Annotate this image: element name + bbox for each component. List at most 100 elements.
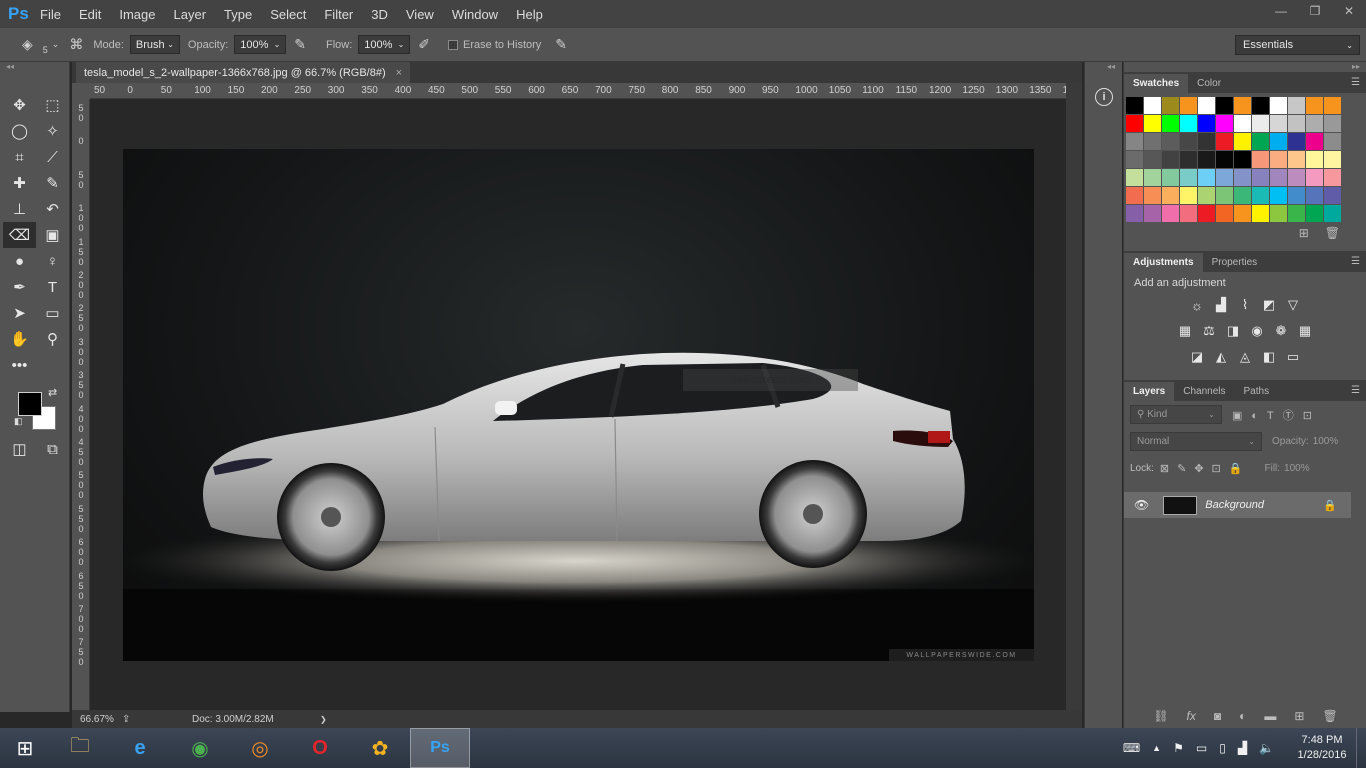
document-tab[interactable]: tesla_model_s_2-wallpaper-1366x768.jpg @… <box>76 62 411 83</box>
swatch[interactable] <box>1234 205 1251 222</box>
color-balance-icon[interactable]: ⚖ <box>1197 323 1221 339</box>
brush-panel-icon[interactable]: ⌘ <box>69 36 83 53</box>
quick-mask-icon[interactable]: ◫ <box>3 436 36 462</box>
layer-name[interactable]: Background <box>1205 499 1323 511</box>
swatch[interactable] <box>1252 97 1269 114</box>
swatch[interactable] <box>1162 97 1179 114</box>
swatch[interactable] <box>1234 115 1251 132</box>
collapse-arrows-icon[interactable]: ◂◂ <box>1085 62 1122 74</box>
swatch[interactable] <box>1144 115 1161 132</box>
new-swatch-icon[interactable]: ⊞ <box>1299 226 1309 240</box>
swatch[interactable] <box>1126 169 1143 186</box>
black-white-icon[interactable]: ◨ <box>1221 323 1245 339</box>
swatch[interactable] <box>1288 97 1305 114</box>
swatch[interactable] <box>1216 169 1233 186</box>
swatch[interactable] <box>1270 151 1287 168</box>
status-menu-icon[interactable]: ❯ <box>320 715 327 724</box>
default-colors-icon[interactable]: ◧ <box>14 416 23 427</box>
menu-help[interactable]: Help <box>516 7 543 22</box>
tab-color[interactable]: Color <box>1188 74 1230 93</box>
selective-color-icon[interactable]: ◧ <box>1257 349 1281 365</box>
swatch[interactable] <box>1216 205 1233 222</box>
more-tools-icon[interactable]: ••• <box>3 352 36 378</box>
adjustment-layer-icon[interactable]: ◐ <box>1239 709 1246 723</box>
move-tool-icon[interactable]: ✥ <box>3 92 36 118</box>
swatch[interactable] <box>1162 205 1179 222</box>
menu-select[interactable]: Select <box>270 7 306 22</box>
swatch[interactable] <box>1162 133 1179 150</box>
levels-icon[interactable]: ▟ <box>1209 297 1233 313</box>
tab-swatches[interactable]: Swatches <box>1124 74 1189 93</box>
posterize-icon[interactable]: ◭ <box>1209 349 1233 365</box>
swatch[interactable] <box>1288 205 1305 222</box>
swatch[interactable] <box>1306 205 1323 222</box>
airbrush-icon[interactable]: ✐ <box>418 36 430 53</box>
swatch[interactable] <box>1270 115 1287 132</box>
swatch[interactable] <box>1324 205 1341 222</box>
brush-tool-icon[interactable]: ✎ <box>36 170 69 196</box>
swatch[interactable] <box>1270 169 1287 186</box>
swatch[interactable] <box>1126 205 1143 222</box>
swatch[interactable] <box>1216 115 1233 132</box>
lasso-tool-icon[interactable]: ◯ <box>3 118 36 144</box>
tab-paths[interactable]: Paths <box>1235 382 1279 401</box>
swatch[interactable] <box>1324 151 1341 168</box>
eraser-preset-icon[interactable]: ◈ <box>22 36 33 53</box>
history-brush-tool-icon[interactable]: ↶ <box>36 196 69 222</box>
blend-mode-select[interactable]: Normal ⌄ <box>1130 432 1262 451</box>
menu-type[interactable]: Type <box>224 7 252 22</box>
menu-window[interactable]: Window <box>452 7 498 22</box>
swatch[interactable] <box>1144 133 1161 150</box>
panel-expand-icon[interactable]: ▸▸ <box>1124 62 1366 72</box>
swatch[interactable] <box>1198 115 1215 132</box>
swatch[interactable] <box>1198 133 1215 150</box>
flag-icon[interactable]: ⚑ <box>1173 741 1184 755</box>
path-select-tool-icon[interactable]: ➤ <box>3 300 36 326</box>
opera-icon[interactable]: O <box>290 728 350 768</box>
gradient-map-icon[interactable]: ▭ <box>1281 349 1305 365</box>
menu-layer[interactable]: Layer <box>174 7 207 22</box>
hue-saturation-icon[interactable]: ▦ <box>1173 323 1197 339</box>
swatch[interactable] <box>1126 151 1143 168</box>
fill-value[interactable]: 100% <box>1284 463 1310 474</box>
swatch[interactable] <box>1180 187 1197 204</box>
healing-brush-tool-icon[interactable]: ✚ <box>3 170 36 196</box>
pen-tool-icon[interactable]: ✒ <box>3 274 36 300</box>
new-layer-icon[interactable]: ⊞ <box>1294 709 1304 723</box>
swatch[interactable] <box>1198 151 1215 168</box>
swatch[interactable] <box>1180 151 1197 168</box>
menu-image[interactable]: Image <box>119 7 155 22</box>
layer-opacity-value[interactable]: 100% <box>1313 436 1339 447</box>
show-hidden-icons[interactable]: ▲ <box>1152 743 1161 753</box>
swatch[interactable] <box>1144 205 1161 222</box>
swatch[interactable] <box>1216 187 1233 204</box>
swatch[interactable] <box>1216 97 1233 114</box>
swatch[interactable] <box>1180 169 1197 186</box>
swatch[interactable] <box>1324 169 1341 186</box>
swatch[interactable] <box>1180 133 1197 150</box>
swatch[interactable] <box>1234 97 1251 114</box>
channel-mixer-icon[interactable]: ❁ <box>1269 323 1293 339</box>
swatch[interactable] <box>1270 97 1287 114</box>
swatch[interactable] <box>1198 97 1215 114</box>
clock[interactable]: 7:48 PM 1/28/2016 <box>1288 733 1356 763</box>
photo-filter-icon[interactable]: ◉ <box>1245 323 1269 339</box>
swatch[interactable] <box>1144 151 1161 168</box>
flow-field[interactable]: 100% ⌄ <box>358 35 411 54</box>
swatch[interactable] <box>1162 169 1179 186</box>
chrome-icon[interactable]: ◉ <box>170 728 230 768</box>
vibrance-icon[interactable]: ▽ <box>1281 297 1305 313</box>
share-icon[interactable]: ⇪ <box>122 714 192 725</box>
layer-row-background[interactable]: 👁 Background 🔒 <box>1124 492 1351 518</box>
gradient-tool-icon[interactable]: ▣ <box>36 222 69 248</box>
swatch[interactable] <box>1306 187 1323 204</box>
swatch[interactable] <box>1288 115 1305 132</box>
lock-icons[interactable]: ⊠✎✥⊡🔒 <box>1160 462 1251 475</box>
mode-select[interactable]: Brush ⌄ <box>129 35 180 54</box>
swatch[interactable] <box>1234 151 1251 168</box>
panel-menu-icon[interactable]: ☰ <box>1351 385 1360 396</box>
swatch[interactable] <box>1324 97 1341 114</box>
flower-app-icon[interactable]: ✿ <box>350 728 410 768</box>
pressure-opacity-icon[interactable]: ✎ <box>294 36 306 53</box>
tab-properties[interactable]: Properties <box>1203 253 1267 272</box>
